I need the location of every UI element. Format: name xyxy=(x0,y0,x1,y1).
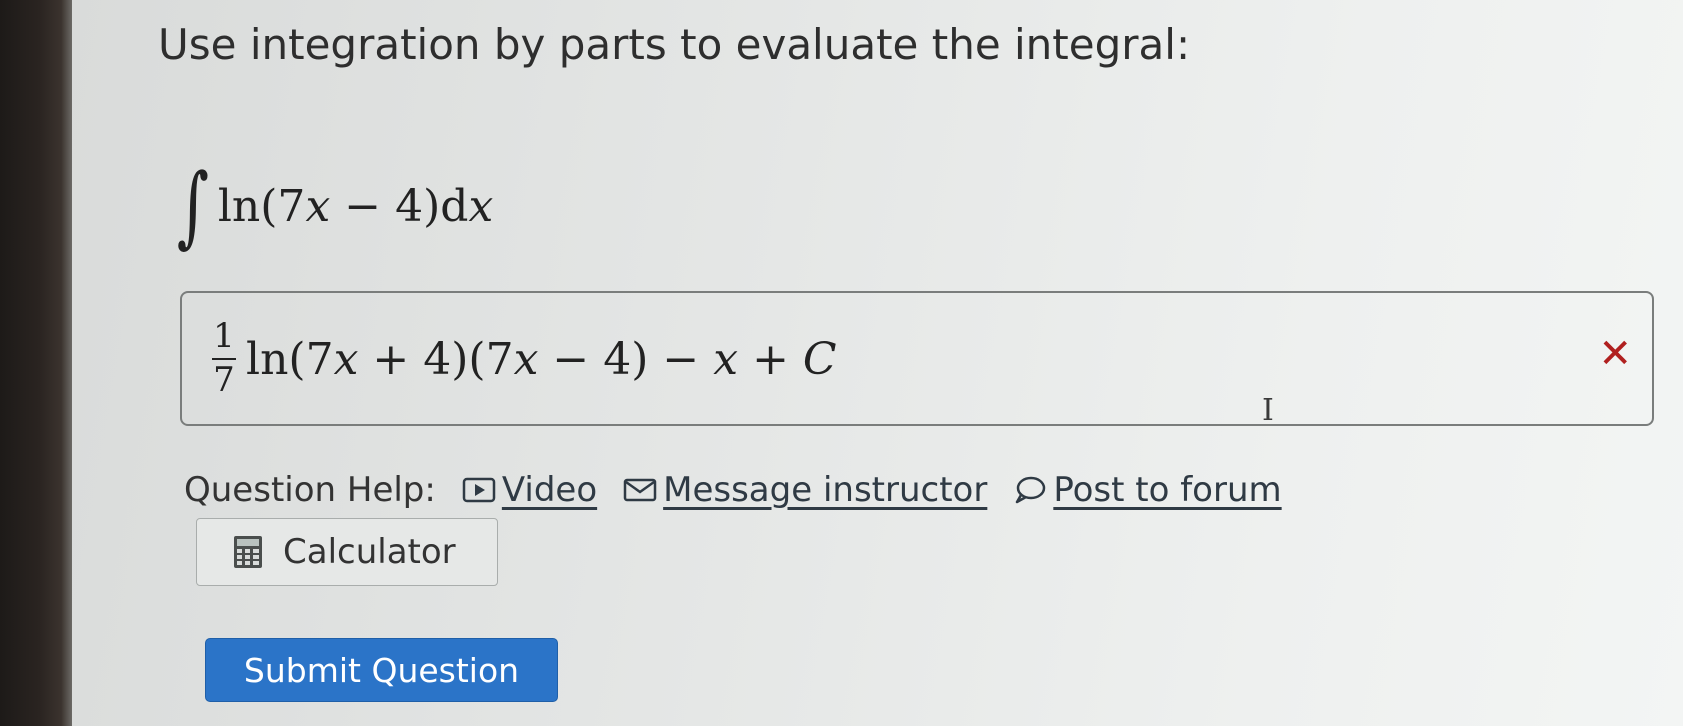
monitor-bezel xyxy=(0,0,72,726)
post-to-forum-label: Post to forum xyxy=(1053,470,1282,510)
video-icon xyxy=(462,476,496,504)
answer-fraction: 1 7 xyxy=(212,319,236,398)
answer-expression: 1 7 ln(7x + 4)(7x − 4) − x + C xyxy=(212,311,837,407)
question-help-row: Question Help: Video Message instructor … xyxy=(184,470,1308,510)
x-mark-icon: ✕ xyxy=(1598,331,1632,377)
integral-expression: ∫ ln(7x − 4)dx xyxy=(170,146,493,266)
calculator-icon xyxy=(233,535,263,569)
post-to-forum-link[interactable]: Post to forum xyxy=(1013,470,1282,510)
text-cursor-icon: I xyxy=(1262,393,1274,428)
submit-question-button[interactable]: Submit Question xyxy=(205,638,558,702)
video-link-label: Video xyxy=(501,470,598,510)
question-prompt: Use integration by parts to evaluate the… xyxy=(158,20,1191,69)
answer-text: ln(7x + 4)(7x − 4) − x + C xyxy=(246,333,837,385)
fraction-numerator: 1 xyxy=(213,316,235,357)
fraction-denominator: 7 xyxy=(213,360,235,400)
integrand: ln(7x − 4)dx xyxy=(217,180,494,232)
message-instructor-label: Message instructor xyxy=(663,470,988,510)
video-link[interactable]: Video xyxy=(462,470,597,510)
calculator-label: Calculator xyxy=(283,532,456,572)
mail-icon xyxy=(623,476,657,504)
message-instructor-link[interactable]: Message instructor xyxy=(623,470,987,510)
question-help-label: Question Help: xyxy=(184,470,436,510)
answer-input[interactable]: 1 7 ln(7x + 4)(7x − 4) − x + C ✕ I xyxy=(180,291,1654,428)
chat-bubble-icon xyxy=(1013,475,1047,505)
integral-sign: ∫ xyxy=(176,154,209,257)
calculator-button[interactable]: Calculator xyxy=(196,518,498,586)
